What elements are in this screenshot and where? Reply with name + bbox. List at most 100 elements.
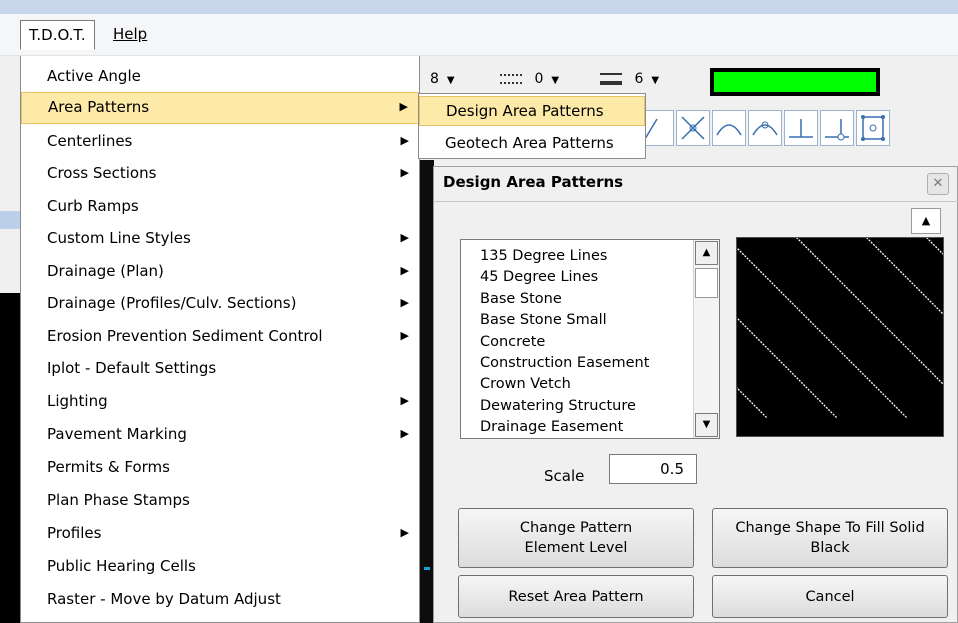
collapse-up-button[interactable]: ▲ [911,208,941,234]
style-value: 0 [534,71,544,87]
fill-solid-black-button[interactable]: Change Shape To Fill Solid Black [712,508,948,568]
close-icon[interactable]: ✕ [927,173,949,195]
submenu-arrow-icon: ▶ [400,329,409,342]
list-item[interactable]: Crown Vetch [461,374,691,395]
dropdown-arrow-icon: ▼ [551,75,560,86]
weight-combo[interactable]: 8 ▼ [430,66,455,92]
menu-item-area-patterns[interactable]: Area Patterns ▶ [21,92,419,124]
menu-item-active-angle[interactable]: Active Angle [21,60,419,92]
submenu-item-geotech-area-patterns[interactable]: Geotech Area Patterns [419,128,645,158]
menu-item-plan-phase-stamps[interactable]: Plan Phase Stamps [21,484,419,516]
menu-item-label: Drainage (Plan) [47,262,164,280]
list-item[interactable]: 135 Degree Lines [461,246,691,267]
snap-perpendicular-point-icon[interactable] [820,110,854,146]
menu-item-label: Plan Phase Stamps [47,491,190,509]
menu-item-label: Public Hearing Cells [47,557,196,575]
menu-item-cross-sections[interactable]: Cross Sections ▶ [21,157,419,189]
background-blue-band [0,211,20,229]
menu-item-profiles[interactable]: Profiles ▶ [21,517,419,549]
weight-value: 8 [430,71,439,87]
scroll-down-icon[interactable]: ▼ [695,413,718,437]
list-item[interactable]: Base Stone [461,289,691,310]
menu-item-raster-move-datum[interactable]: Raster - Move by Datum Adjust [21,583,419,615]
submenu-arrow-icon: ▶ [400,134,409,147]
list-item[interactable]: Concrete [461,332,691,353]
attributes-toolbar: 8 ▼ 0 ▼ 6 ▼ [420,60,950,96]
list-item[interactable]: Base Stone Small [461,310,691,331]
submenu-item-label: Geotech Area Patterns [445,134,614,152]
snap-intersection-icon[interactable] [676,110,710,146]
menu-item-permits-forms[interactable]: Permits & Forms [21,451,419,483]
diagonal-lines-pattern-icon [737,238,943,419]
submenu-item-label: Design Area Patterns [446,102,604,120]
list-scrollbar[interactable]: ▲ ▼ [693,240,719,438]
scale-input[interactable]: 0.5 [609,454,697,484]
button-label: Cancel [805,588,855,605]
reset-area-pattern-button[interactable]: Reset Area Pattern [458,575,694,618]
submenu-arrow-icon: ▶ [400,296,409,309]
pattern-preview [736,237,944,437]
snap-tangent-icon[interactable] [712,110,746,146]
menu-item-label: Custom Line Styles [47,229,191,247]
menu-item-label: Lighting [47,392,108,410]
menu-item-custom-line-styles[interactable]: Custom Line Styles ▶ [21,222,419,254]
menu-item-label: Centerlines [47,132,133,150]
triangle-up-icon: ▲ [921,214,931,227]
menu-item-label: Iplot - Default Settings [47,359,217,377]
dialog-title: Design Area Patterns [443,173,624,191]
menu-item-pavement-marking[interactable]: Pavement Marking ▶ [21,418,419,450]
line-weight-combo[interactable]: 6 ▼ [600,66,659,92]
list-item[interactable]: Dewatering Structure [461,396,691,417]
button-label: Change Pattern Element Level [519,520,633,556]
dropdown-arrow-icon: ▼ [651,75,660,86]
list-item[interactable]: 45 Degree Lines [461,267,691,288]
background-left-strip [0,56,20,623]
line-weight-icon [600,73,622,85]
pattern-list: 135 Degree Lines 45 Degree Lines Base St… [461,246,691,439]
background-view-area-right [420,160,434,623]
submenu-arrow-icon: ▶ [399,100,408,113]
pattern-listbox[interactable]: 135 Degree Lines 45 Degree Lines Base St… [460,239,720,439]
snap-arc-point-icon[interactable] [748,110,782,146]
menu-item-lighting[interactable]: Lighting ▶ [21,385,419,417]
submenu-arrow-icon: ▶ [400,231,409,244]
list-item[interactable]: Construction Easement [461,353,691,374]
snap-perpendicular-icon[interactable] [784,110,818,146]
menu-item-label: Raster - Move by Datum Adjust [47,590,281,608]
menu-item-label: Drainage (Profiles/Culv. Sections) [47,294,297,312]
menu-item-drainage-plan[interactable]: Drainage (Plan) ▶ [21,255,419,287]
design-area-patterns-dialog: Design Area Patterns ✕ ▲ 135 Degree Line… [433,166,958,623]
menu-item-curb-ramps[interactable]: Curb Ramps [21,190,419,222]
snap-center-icon[interactable] [856,110,890,146]
menu-item-erosion-prevention[interactable]: Erosion Prevention Sediment Control ▶ [21,320,419,352]
line-style-icon [500,74,522,84]
menu-item-iplot-default-settings[interactable]: Iplot - Default Settings [21,352,419,384]
menu-item-drainage-profiles[interactable]: Drainage (Profiles/Culv. Sections) ▶ [21,287,419,319]
change-pattern-level-button[interactable]: Change Pattern Element Level [458,508,694,568]
scroll-up-icon[interactable]: ▲ [695,241,718,265]
menu-item-label: Area Patterns [48,98,150,116]
submenu-item-design-area-patterns[interactable]: Design Area Patterns [419,96,645,126]
menu-item-centerlines[interactable]: Centerlines ▶ [21,125,419,157]
submenu-arrow-icon: ▶ [400,427,409,440]
window-title-strip [0,0,958,14]
menu-tdot[interactable]: T.D.O.T. [20,20,95,50]
area-patterns-submenu: Design Area Patterns Geotech Area Patter… [418,93,646,159]
submenu-arrow-icon: ▶ [400,264,409,277]
menu-item-label: Cross Sections [47,164,157,182]
cancel-button[interactable]: Cancel [712,575,948,618]
menu-help[interactable]: Help [105,20,155,50]
scroll-thumb[interactable] [695,268,718,298]
menu-item-label: Erosion Prevention Sediment Control [47,327,323,345]
dropdown-arrow-icon: ▼ [446,75,455,86]
active-color-swatch[interactable] [710,68,880,96]
menu-help-label: Help [113,25,148,43]
menu-item-label: Curb Ramps [47,197,139,215]
button-label: Reset Area Pattern [508,588,644,605]
line-weight-value: 6 [634,71,644,87]
button-label: Change Shape To Fill Solid Black [735,520,925,556]
list-item[interactable]: Drainage Easement [461,417,691,438]
menu-item-public-hearing-cells[interactable]: Public Hearing Cells [21,550,419,582]
style-combo[interactable]: 0 ▼ [500,66,559,92]
submenu-arrow-icon: ▶ [400,166,409,179]
